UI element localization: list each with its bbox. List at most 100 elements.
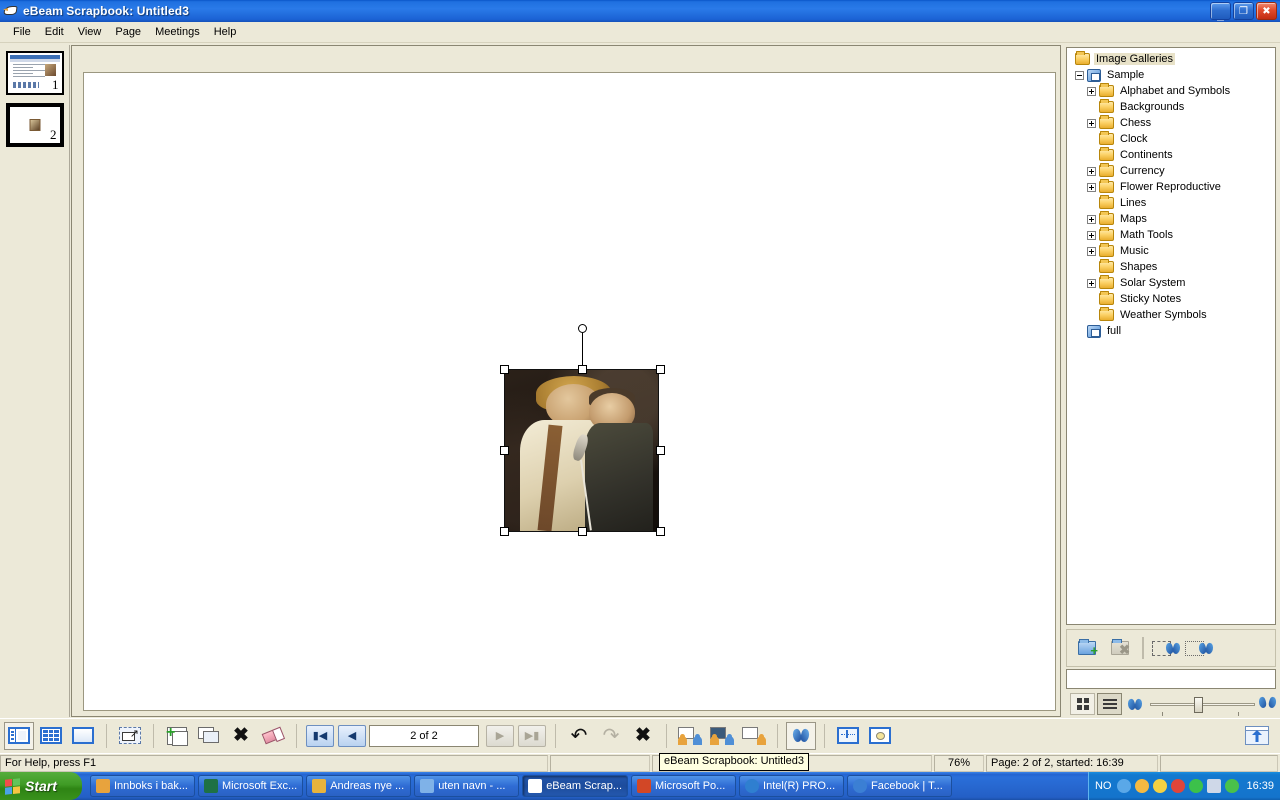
gallery-tree[interactable]: Image Galleries Sample Alphabet and Symb… [1066,47,1276,625]
undo-button[interactable]: ↶ [564,722,594,750]
tree-node-image-galleries[interactable]: Image Galleries [1069,51,1275,67]
last-page-button[interactable]: ▶▮ [517,722,547,750]
tree-node-chess[interactable]: Chess [1069,115,1275,131]
tree-node-solar-system[interactable]: Solar System [1069,275,1275,291]
participants-button[interactable] [739,722,769,750]
export-button[interactable] [1242,722,1272,750]
resize-handle-se[interactable] [656,527,665,536]
tree-node-flower-reproductive[interactable]: Flower Reproductive [1069,179,1275,195]
collapse-icon[interactable] [1075,70,1084,80]
gallery-search-input[interactable] [1066,669,1276,689]
expand-icon[interactable] [1087,278,1096,288]
add-gallery-folder-button[interactable]: + [1072,634,1102,662]
add-selection-to-gallery-button[interactable] [1151,634,1181,662]
expand-icon[interactable] [1087,166,1096,176]
delete-gallery-folder-button[interactable]: ✖ [1105,634,1135,662]
page-indicator[interactable]: 2 of 2 [369,724,479,747]
delete-page-button[interactable]: ✖ [226,722,256,750]
grid-view-button[interactable] [36,722,66,750]
tree-node-shapes[interactable]: Shapes [1069,259,1275,275]
tree-node-continents[interactable]: Continents [1069,147,1275,163]
gallery-zoom-slider[interactable] [1149,697,1255,716]
antivirus-icon[interactable] [1171,779,1186,793]
tree-node-alphabet-and-symbols[interactable]: Alphabet and Symbols [1069,83,1275,99]
restore-button[interactable]: ❐ [1233,2,1254,20]
network-icon[interactable] [1207,779,1222,793]
redo-button[interactable]: ↷ [596,722,626,750]
taskbar-item-7[interactable]: Intel(R) PRO... [739,775,845,797]
taskbar-item-5[interactable]: eBeam Scrap... [522,775,629,797]
resize-handle-e[interactable] [656,446,665,455]
tree-node-full[interactable]: full [1069,323,1275,339]
taskbar-item-3[interactable]: Andreas nye ... [306,775,412,797]
bluetooth-icon[interactable] [1189,779,1204,793]
clear-page-button[interactable] [258,722,288,750]
norton-icon[interactable] [1153,779,1168,793]
tree-node-currency[interactable]: Currency [1069,163,1275,179]
close-button[interactable]: ✖ [1256,2,1277,20]
menu-help[interactable]: Help [207,24,244,40]
normal-view-button[interactable] [4,721,34,750]
annotation-button[interactable] [833,722,863,750]
expand-icon[interactable] [1087,230,1096,240]
resize-handle-n[interactable] [578,365,587,374]
fit-page-button[interactable]: ↗ [115,722,145,750]
spotlight-button[interactable] [865,722,895,750]
duplicate-page-button[interactable] [194,722,224,750]
tree-node-backgrounds[interactable]: Backgrounds [1069,99,1275,115]
new-page-button[interactable]: + [162,722,192,750]
tree-node-sample[interactable]: Sample [1069,67,1275,83]
concert-photo[interactable] [504,369,659,532]
language-indicator[interactable]: NO [1095,780,1112,792]
list-view-button[interactable] [1097,693,1123,715]
resize-handle-nw[interactable] [500,365,509,374]
slider-knob[interactable] [1193,697,1203,713]
share-meeting-button[interactable] [675,722,705,750]
resize-handle-ne[interactable] [656,365,665,374]
resize-handle-sw[interactable] [500,527,509,536]
tree-node-maps[interactable]: Maps [1069,211,1275,227]
page-thumbnail-1[interactable]: 1 [5,51,64,95]
expand-icon[interactable] [1087,86,1096,96]
taskbar-item-1[interactable]: Innboks i bak... [90,775,195,797]
page-canvas[interactable] [83,72,1056,711]
taskbar-item-2[interactable]: Microsoft Exc... [198,775,304,797]
expand-icon[interactable] [1087,182,1096,192]
security-center-icon[interactable] [1135,779,1150,793]
tree-node-lines[interactable]: Lines [1069,195,1275,211]
menu-file[interactable]: File [6,24,38,40]
thumbnail-view-button[interactable] [1070,693,1096,715]
expand-icon[interactable] [1087,118,1096,128]
expand-icon[interactable] [1087,214,1096,224]
tree-node-music[interactable]: Music [1069,243,1275,259]
minimize-button[interactable]: _ [1210,2,1231,21]
join-meeting-button[interactable] [707,722,737,750]
tree-node-sticky-notes[interactable]: Sticky Notes [1069,291,1275,307]
expand-icon[interactable] [1087,246,1096,256]
menu-view[interactable]: View [71,24,109,40]
start-button[interactable]: Start [0,772,82,800]
menu-edit[interactable]: Edit [38,24,71,40]
tree-node-clock[interactable]: Clock [1069,131,1275,147]
selected-object[interactable] [500,324,665,536]
resize-handle-s[interactable] [578,527,587,536]
rotation-handle[interactable] [578,324,587,333]
show-hidden-icons-icon[interactable] [1117,779,1132,793]
taskbar-item-6[interactable]: Microsoft Po... [631,775,737,797]
next-page-button[interactable]: ▶ [485,722,515,750]
taskbar-item-4[interactable]: uten navn - ... [414,775,520,797]
previous-page-button[interactable]: ◀ [337,722,367,750]
gallery-toggle-button[interactable] [786,721,816,750]
add-page-to-gallery-button[interactable] [1184,634,1214,662]
page-thumbnail-2[interactable]: 2 [5,103,64,147]
delete-object-button[interactable]: ✖ [628,722,658,750]
resize-handle-w[interactable] [500,446,509,455]
taskbar-item-8[interactable]: Facebook | T... [847,775,953,797]
menu-meetings[interactable]: Meetings [148,24,207,40]
canvas-area[interactable] [71,45,1061,717]
taskbar-clock[interactable]: 16:39 [1246,780,1274,792]
tree-node-math-tools[interactable]: Math Tools [1069,227,1275,243]
tree-node-weather-symbols[interactable]: Weather Symbols [1069,307,1275,323]
menu-page[interactable]: Page [108,24,148,40]
wireless-icon[interactable] [1225,779,1240,793]
